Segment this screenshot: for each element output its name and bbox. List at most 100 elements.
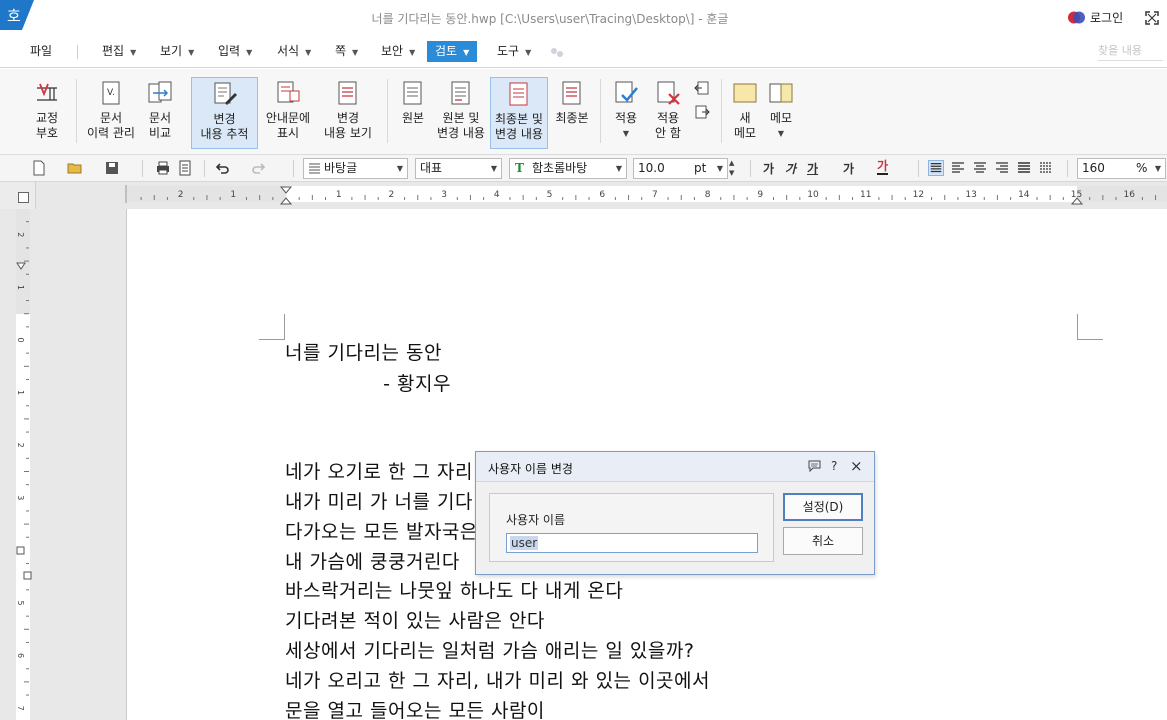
horizontal-ruler-scale: 2 1 1 2 3 4 5 6 7 8 9 10 11 12 13 14 15 16 (125, 185, 1167, 205)
menu-edit-label: 편집 (102, 44, 125, 58)
zoom-unit: % (1136, 161, 1148, 175)
ruler-number: 1 (16, 390, 25, 395)
align-left-icon[interactable] (950, 160, 966, 176)
open-folder-icon[interactable] (67, 160, 83, 176)
ruler-number: 10 (807, 190, 819, 200)
align-right-icon[interactable] (994, 160, 1010, 176)
show-in-guide-button[interactable]: 안내문에 표시 (261, 77, 315, 149)
horizontal-ruler[interactable]: 2 1 1 2 3 4 5 6 7 8 9 10 11 12 13 14 15 16 (36, 182, 1167, 209)
style-select[interactable]: 바탕글 ▼ (303, 158, 408, 179)
fullscreen-icon[interactable] (1145, 11, 1159, 25)
undo-icon[interactable] (214, 160, 230, 176)
vertical-margin-marker (23, 571, 32, 580)
ruler-corner[interactable] (0, 182, 36, 209)
strikethrough-button[interactable]: 가 (843, 160, 854, 177)
ruler-number: 2 (389, 190, 395, 200)
poem-line: 기다려본 적이 있는 사람은 안다 (285, 610, 545, 632)
menu-review[interactable]: 검토 ▼ (427, 41, 478, 62)
close-icon[interactable]: × (850, 457, 863, 475)
menu-view[interactable]: 보기 ▼ (156, 41, 198, 62)
redo-icon[interactable] (251, 160, 267, 176)
help-icon[interactable]: ? (831, 459, 837, 473)
chevron-down-icon: ▼ (777, 129, 785, 138)
font-size-stepper[interactable]: ▲ ▼ (729, 158, 739, 179)
new-memo-button[interactable]: 새 메모 (729, 77, 761, 149)
final-and-changes-button[interactable]: 최종본 및 변경 내용 (490, 77, 548, 149)
next-change-icon[interactable] (694, 105, 710, 119)
italic-button[interactable]: 가 (785, 160, 796, 177)
original-and-changes-label: 원본 및 변경 내용 (437, 111, 485, 140)
previous-change-icon[interactable] (694, 81, 710, 95)
menu-format[interactable]: 서식 ▼ (273, 41, 315, 62)
menu-insert[interactable]: 입력 ▼ (214, 41, 256, 62)
search-input[interactable]: 찾을 내용 (1098, 42, 1163, 61)
username-input[interactable]: user (506, 533, 758, 553)
menu-edit[interactable]: 편집 ▼ (98, 41, 140, 62)
original-button[interactable]: 원본 (397, 77, 429, 149)
collaboration-icon[interactable] (549, 46, 565, 60)
chevron-down-icon: ▼ (130, 48, 137, 57)
doc-history-button[interactable]: V. 문서 이력 관리 (84, 77, 138, 149)
save-icon[interactable] (104, 160, 120, 176)
print-icon[interactable] (155, 160, 171, 176)
ruler-number: 3 (441, 190, 447, 200)
ruler-number: 1 (230, 190, 236, 200)
ruler-number: 9 (757, 190, 763, 200)
doc-history-label: 문서 이력 관리 (87, 111, 135, 140)
menu-file[interactable]: 파일 (26, 41, 56, 62)
outline-select[interactable]: 대표 ▼ (415, 158, 502, 179)
menu-tools-label: 도구 (497, 44, 520, 58)
set-button[interactable]: 설정(D) (783, 493, 863, 521)
apply-label: 적용 (614, 111, 638, 125)
proofread-marks-icon (37, 83, 57, 101)
ruler-number: 7 (16, 706, 25, 711)
chevron-down-icon: ▼ (1154, 164, 1161, 173)
new-memo-icon (733, 83, 757, 103)
reject-button[interactable]: 적용 안 함 (648, 77, 688, 149)
proofread-marks-button[interactable]: 교정 부호 (28, 77, 66, 149)
menu-format-label: 서식 (277, 44, 300, 58)
toolbar-separator (750, 160, 751, 177)
chevron-down-icon: ▼ (463, 48, 470, 57)
login-button[interactable]: 로그인 (1068, 9, 1123, 26)
bold-button[interactable]: 가 (763, 160, 774, 177)
align-distribute-icon[interactable] (1016, 160, 1032, 176)
align-justify-icon[interactable] (928, 160, 944, 176)
cancel-button[interactable]: 취소 (783, 527, 863, 555)
ruler-number: 5 (547, 190, 553, 200)
font-select[interactable]: T 함초롬바탕 ▼ (509, 158, 627, 179)
track-changes-icon (214, 82, 237, 105)
chevron-down-icon: ▼ (622, 129, 630, 138)
menu-security[interactable]: 보안 ▼ (377, 41, 419, 62)
menu-tools[interactable]: 도구 ▼ (493, 41, 535, 62)
apply-button[interactable]: 적용 ▼ (610, 77, 642, 149)
comment-icon[interactable] (808, 460, 821, 472)
change-username-dialog: 사용자 이름 변경 ? × 사용자 이름 user 설정(D) 취소 (475, 451, 875, 575)
ruler-number: 2 (178, 190, 184, 200)
font-size-input[interactable]: 10.0 pt ▼ (633, 158, 728, 179)
ruler-number: 2 (16, 232, 25, 237)
new-memo-label: 새 메모 (733, 111, 757, 140)
underline-button[interactable]: 가 (807, 160, 818, 177)
align-center-icon[interactable] (972, 160, 988, 176)
print-preview-icon[interactable] (177, 160, 193, 176)
new-document-icon[interactable] (31, 160, 47, 176)
track-changes-button[interactable]: 변경 내용 추적 (191, 77, 258, 149)
final-button[interactable]: 최종본 (553, 77, 591, 149)
ruler-number: 16 (1123, 190, 1135, 200)
ruler-number: 7 (652, 190, 658, 200)
doc-compare-button[interactable]: 문서 비교 (142, 77, 178, 149)
align-split-icon[interactable] (1038, 160, 1054, 176)
final-changes-icon (509, 82, 528, 106)
review-ribbon: 교정 부호 V. 문서 이력 관리 문서 비교 변경 내용 추적 안내문에 표시… (0, 69, 1167, 155)
ruler-number: 2 (16, 443, 25, 448)
poem-line: 세상에서 기다리는 일처럼 가슴 애리는 일 있을까? (285, 640, 695, 662)
view-changes-button[interactable]: 변경 내용 보기 (320, 77, 376, 149)
vertical-ruler[interactable]: 2101234567 (0, 209, 36, 720)
zoom-select[interactable]: 160 % ▼ (1077, 158, 1166, 179)
username-value: user (510, 536, 539, 550)
original-and-changes-button[interactable]: 원본 및 변경 내용 (435, 77, 487, 149)
font-color-button[interactable]: 가 (877, 160, 889, 175)
memo-button[interactable]: 메모 ▼ (764, 77, 798, 149)
menu-page[interactable]: 쪽 ▼ (331, 41, 362, 62)
